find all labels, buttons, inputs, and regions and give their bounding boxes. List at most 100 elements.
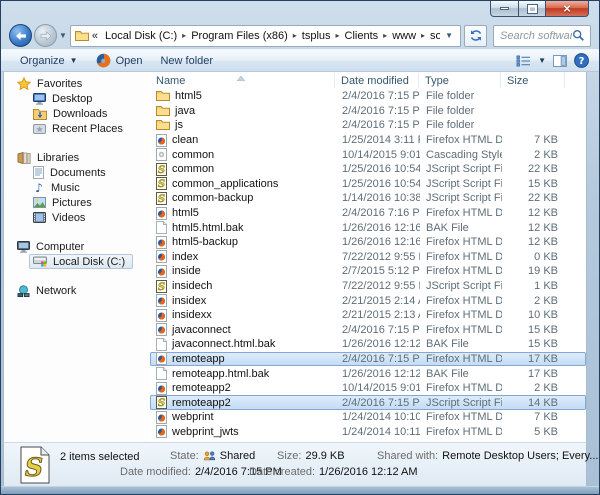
organize-button[interactable]: Organize ▼ xyxy=(11,50,87,71)
minimize-button[interactable] xyxy=(490,1,519,17)
sidebar-group-libraries: LibrariesDocuments♪MusicPicturesVideos xyxy=(4,150,150,225)
change-view-button[interactable] xyxy=(516,55,531,67)
firefox-icon xyxy=(96,53,111,68)
sort-ascending-icon xyxy=(236,72,246,84)
history-chevron-icon[interactable]: ▼ xyxy=(59,31,67,40)
size-label: Size: xyxy=(277,450,301,462)
bak-icon xyxy=(156,221,167,234)
breadcrumb-item[interactable]: www xyxy=(388,30,420,42)
file-type: JScript Script File xyxy=(420,178,502,190)
sidebar-item-local-disk-c-[interactable]: Local Disk (C:) xyxy=(29,254,133,269)
navigation-pane: FavoritesDesktopDownloadsRecent Places Li… xyxy=(4,72,150,442)
column-header-size[interactable]: Size xyxy=(501,73,565,88)
file-name: html5-backup xyxy=(172,236,238,248)
file-name: index xyxy=(172,251,198,263)
file-row[interactable]: javaconnect2/4/2016 7:15 PMFirefox HTML … xyxy=(150,323,586,338)
file-row[interactable]: Scommon_applications1/25/2016 10:54 AMJS… xyxy=(150,177,586,192)
file-type: Firefox HTML Doc... xyxy=(420,411,502,423)
file-rows: html52/4/2016 7:15 PMFile folderjava2/4/… xyxy=(150,89,586,439)
file-row[interactable]: html52/4/2016 7:15 PMFile folder xyxy=(150,89,586,104)
file-row[interactable]: java2/4/2016 7:15 PMFile folder xyxy=(150,104,586,119)
file-row[interactable]: Scommon-backup1/14/2016 10:38 PMJScript … xyxy=(150,191,586,206)
file-type: BAK File xyxy=(420,368,502,380)
file-row[interactable]: html52/4/2016 7:16 PMFirefox HTML Doc...… xyxy=(150,206,586,221)
file-date-modified: 1/14/2016 10:38 PM xyxy=(336,192,420,204)
refresh-button[interactable] xyxy=(464,25,487,47)
file-date-modified: 2/4/2016 7:16 PM xyxy=(336,207,420,219)
file-row[interactable]: insidex2/21/2015 2:14 AMFirefox HTML Doc… xyxy=(150,293,586,308)
file-row[interactable]: html5.html.bak1/26/2016 12:16 AMBAK File… xyxy=(150,220,586,235)
help-button[interactable]: ? xyxy=(574,53,589,68)
breadcrumb-item[interactable]: software xyxy=(426,30,440,42)
minimize-icon xyxy=(500,7,509,10)
maximize-button[interactable] xyxy=(519,1,546,17)
sidebar-item-computer[interactable]: Computer xyxy=(17,239,150,254)
breadcrumb-item[interactable]: Clients xyxy=(341,30,383,42)
file-name-cell: Scommon-backup xyxy=(151,192,336,205)
file-date-modified: 2/4/2016 7:15 PM xyxy=(336,119,420,131)
open-button[interactable]: Open xyxy=(87,50,152,71)
file-row[interactable]: inside2/7/2015 5:12 PMFirefox HTML Doc..… xyxy=(150,264,586,279)
sidebar-item-network[interactable]: Network xyxy=(17,283,150,298)
sidebar-item-documents[interactable]: Documents xyxy=(29,165,114,180)
sidebar-item-pictures[interactable]: Pictures xyxy=(29,195,100,210)
sidebar-item-desktop[interactable]: Desktop xyxy=(29,91,100,106)
file-row[interactable]: insidexx2/21/2015 2:13 AMFirefox HTML Do… xyxy=(150,308,586,323)
maximize-icon xyxy=(528,5,537,13)
preview-pane-button[interactable] xyxy=(553,55,567,67)
file-row[interactable]: remoteapp210/14/2015 9:01 AMFirefox HTML… xyxy=(150,381,586,396)
file-row[interactable]: webprint_jwts1/24/2014 10:11 PMFirefox H… xyxy=(150,425,586,440)
file-type: Firefox HTML Doc... xyxy=(420,265,502,277)
file-name-cell: html5 xyxy=(151,90,336,102)
file-type: Firefox HTML Doc... xyxy=(420,324,502,336)
breadcrumb-item[interactable]: tsplus xyxy=(298,30,335,42)
column-header-type[interactable]: Type xyxy=(419,73,501,88)
sidebar-item-recent-places[interactable]: Recent Places xyxy=(29,121,131,136)
file-date-modified: 10/14/2015 9:01 AM xyxy=(336,149,420,161)
jscript-icon: S xyxy=(156,177,167,190)
file-row[interactable]: js2/4/2016 7:15 PMFile folder xyxy=(150,118,586,133)
file-size: 12 KB xyxy=(502,236,566,248)
sidebar-item-favorites[interactable]: Favorites xyxy=(17,76,150,91)
file-size: 0 KB xyxy=(502,251,566,263)
close-button[interactable]: × xyxy=(546,1,589,17)
sidebar-item-downloads[interactable]: Downloads xyxy=(29,106,115,121)
address-dropdown-icon[interactable]: ▼ xyxy=(440,31,458,40)
breadcrumb-item[interactable]: Local Disk (C:) xyxy=(101,30,181,42)
file-row[interactable]: html5-backup1/26/2016 12:16 AMFirefox HT… xyxy=(150,235,586,250)
breadcrumb-overflow[interactable]: « xyxy=(89,30,101,42)
file-row[interactable]: remoteapp2/4/2016 7:15 PMFirefox HTML Do… xyxy=(150,352,586,367)
file-row[interactable]: remoteapp.html.bak1/26/2016 12:12 AMBAK … xyxy=(150,366,586,381)
file-row[interactable]: index7/22/2012 9:55 PMFirefox HTML Doc..… xyxy=(150,250,586,265)
file-type: Firefox HTML Doc... xyxy=(420,426,502,438)
search-input[interactable] xyxy=(500,30,572,42)
breadcrumb-item[interactable]: Program Files (x86) xyxy=(187,30,292,42)
file-row[interactable]: javaconnect.html.bak1/26/2016 12:12 AMBA… xyxy=(150,337,586,352)
file-row[interactable]: common10/14/2015 9:01 AMCascading Style … xyxy=(150,147,586,162)
back-button[interactable] xyxy=(9,24,32,47)
jscript-icon: S xyxy=(156,163,167,176)
breadcrumb: «Local Disk (C:)▸Program Files (x86)▸tsp… xyxy=(89,30,440,42)
address-box[interactable]: «Local Disk (C:)▸Program Files (x86)▸tsp… xyxy=(70,25,461,47)
computer-icon xyxy=(17,241,30,253)
file-name: insidexx xyxy=(172,309,212,321)
sidebar-item-videos[interactable]: Videos xyxy=(29,210,93,225)
file-name: javaconnect.html.bak xyxy=(172,338,275,350)
new-folder-button[interactable]: New folder xyxy=(151,50,222,71)
view-dropdown-icon[interactable]: ▼ xyxy=(538,56,546,65)
file-row[interactable]: Sremoteapp22/4/2016 7:15 PMJScript Scrip… xyxy=(150,395,586,410)
sidebar-item-music[interactable]: ♪Music xyxy=(29,180,88,195)
svg-text:S: S xyxy=(25,453,43,482)
forward-button[interactable] xyxy=(34,24,57,47)
column-header-date-modified[interactable]: Date modified xyxy=(335,73,419,88)
file-row[interactable]: Scommon1/25/2016 10:54 AMJScript Script … xyxy=(150,162,586,177)
file-row[interactable]: Sinsidech7/22/2012 9:55 PMJScript Script… xyxy=(150,279,586,294)
file-name-cell: remoteapp2 xyxy=(151,382,336,395)
sidebar-item-libraries[interactable]: Libraries xyxy=(17,150,150,165)
jscript-icon: S xyxy=(156,192,167,205)
search-icon[interactable] xyxy=(572,29,585,42)
file-size: 7 KB xyxy=(502,411,566,423)
file-row[interactable]: webprint1/24/2014 10:10 PMFirefox HTML D… xyxy=(150,410,586,425)
file-row[interactable]: clean1/25/2014 3:11 PMFirefox HTML Doc..… xyxy=(150,133,586,148)
file-size: 2 KB xyxy=(502,149,566,161)
